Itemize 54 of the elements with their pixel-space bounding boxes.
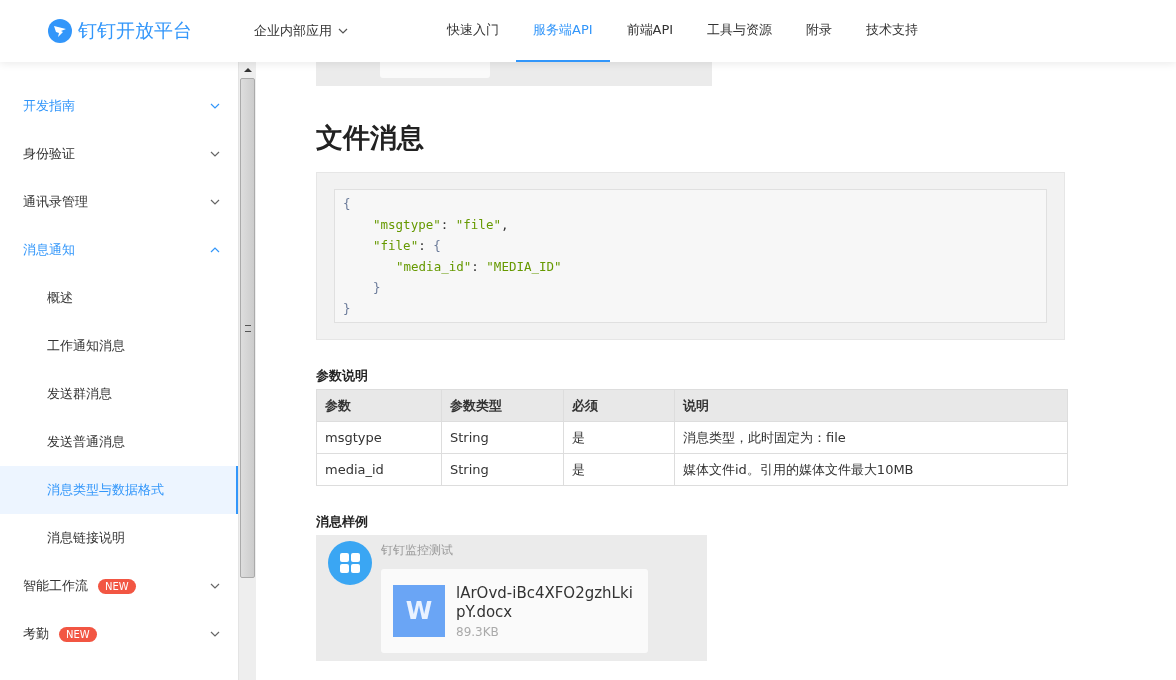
table-cell: String bbox=[441, 421, 564, 454]
table-cell: 是 bbox=[563, 453, 675, 486]
table-cell: media_id bbox=[316, 453, 442, 486]
app-grid-icon bbox=[328, 541, 372, 585]
sidebar-subitem[interactable]: 工作通知消息 bbox=[0, 322, 238, 370]
chevron-up-icon bbox=[210, 247, 220, 253]
table-cell: String bbox=[441, 453, 564, 486]
table-cell: 消息类型，此时固定为：file bbox=[674, 421, 1068, 454]
nav-tab[interactable]: 前端API bbox=[609, 0, 691, 62]
column-header: 参数 bbox=[316, 389, 442, 422]
chevron-down-icon bbox=[210, 103, 220, 109]
sidebar-item[interactable]: 身份验证 bbox=[0, 130, 238, 178]
table-cell: 是 bbox=[563, 421, 675, 454]
table-cell: 媒体文件id。引用的媒体文件最大10MB bbox=[674, 453, 1068, 486]
document-icon: W bbox=[393, 585, 445, 637]
section-label: 参数说明 bbox=[316, 368, 369, 385]
logo-icon[interactable] bbox=[48, 19, 72, 43]
scrollbar-thumb[interactable] bbox=[240, 78, 255, 578]
column-header: 参数类型 bbox=[441, 389, 564, 422]
new-badge: NEW bbox=[98, 578, 136, 594]
column-header: 必须 bbox=[563, 389, 675, 422]
table-cell: msgtype bbox=[316, 421, 442, 454]
section-heading: 文件消息 bbox=[316, 121, 425, 155]
code-line: "media_id": "MEDIA_ID" bbox=[395, 258, 563, 276]
code-line: "msgtype": "file", bbox=[372, 216, 510, 234]
chevron-down-icon bbox=[210, 583, 220, 589]
new-badge: NEW bbox=[59, 626, 97, 642]
sidebar-subitem[interactable]: 发送群消息 bbox=[0, 370, 238, 418]
scrollbar[interactable] bbox=[238, 62, 256, 680]
sidebar-subitem[interactable]: 概述 bbox=[0, 274, 238, 322]
chevron-down-icon bbox=[338, 28, 348, 34]
code-line: { bbox=[343, 195, 352, 213]
nav-tab[interactable]: 快速入门 bbox=[430, 0, 516, 62]
app-menu-dropdown[interactable]: 企业内部应用 bbox=[254, 22, 424, 40]
sidebar-item[interactable]: 考勤 NEW bbox=[0, 610, 238, 658]
file-name: lArOvd-iBc4XFO2gzhLkipY.docx bbox=[456, 583, 634, 622]
nav-tab[interactable]: 工具与资源 bbox=[690, 0, 790, 62]
code-line: "file": { bbox=[372, 237, 442, 255]
sidebar-item[interactable]: 通讯录管理 bbox=[0, 178, 238, 226]
section-label: 消息样例 bbox=[316, 514, 369, 531]
nav-tab[interactable]: 技术支持 bbox=[849, 0, 936, 62]
sidebar-item[interactable]: 智能工作流 NEW bbox=[0, 562, 238, 610]
code-line: } bbox=[343, 300, 352, 318]
file-size: 89.3KB bbox=[456, 624, 500, 639]
nav-tab[interactable]: 附录 bbox=[789, 0, 850, 62]
sidebar-subitem[interactable]: 消息链接说明 bbox=[0, 514, 238, 562]
scroll-up-icon[interactable] bbox=[243, 68, 252, 72]
column-header: 说明 bbox=[674, 389, 1068, 422]
sidebar-subitem[interactable]: 发送普通消息 bbox=[0, 418, 238, 466]
code-line: } bbox=[372, 279, 382, 297]
chevron-down-icon bbox=[210, 199, 220, 205]
sender-name: 钉钉监控测试 bbox=[381, 542, 454, 559]
chevron-down-icon bbox=[210, 631, 220, 637]
chevron-down-icon bbox=[210, 151, 220, 157]
